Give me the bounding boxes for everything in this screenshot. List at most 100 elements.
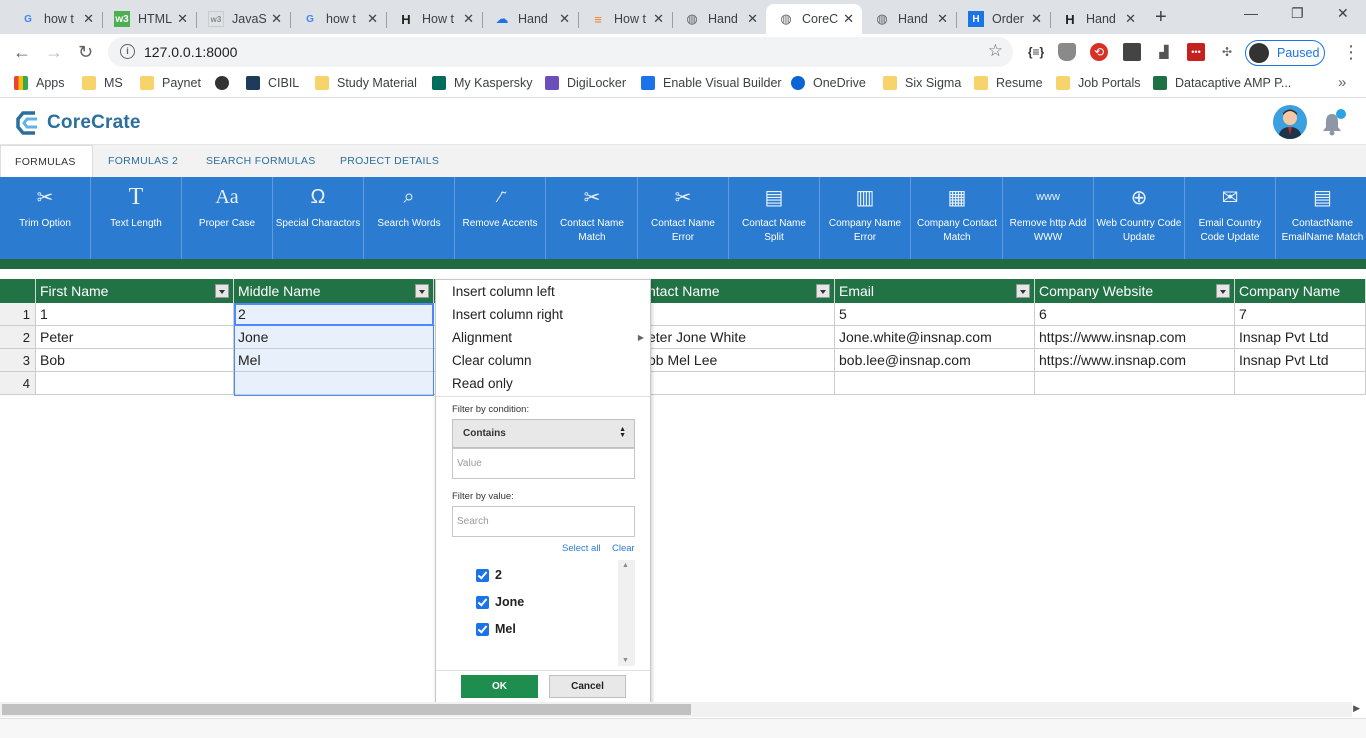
email-country-code-update-button[interactable]: ✉ Email Country Code Update xyxy=(1185,177,1276,259)
row-header[interactable]: 2 xyxy=(0,326,36,349)
sync-extension-icon[interactable]: ⟲ xyxy=(1090,43,1108,61)
bookmark-study-material[interactable]: Study Material xyxy=(315,76,417,90)
table-cell[interactable] xyxy=(1035,372,1235,395)
row-header[interactable]: 3 xyxy=(0,349,36,372)
bookmark-kaspersky[interactable]: My Kaspersky xyxy=(432,76,533,90)
table-cell[interactable] xyxy=(835,372,1035,395)
menu-item-read-only[interactable]: Read only xyxy=(436,372,650,395)
close-icon[interactable]: ✕ xyxy=(463,11,474,27)
table-cell[interactable]: Peter xyxy=(36,326,234,349)
column-menu-dropdown-icon[interactable] xyxy=(1216,284,1230,298)
column-menu-dropdown-icon[interactable] xyxy=(1016,284,1030,298)
horizontal-scrollbar[interactable]: ▶ xyxy=(0,702,1360,717)
checkbox-checked-icon[interactable] xyxy=(476,622,489,636)
profile-paused-button[interactable]: Paused xyxy=(1245,40,1325,66)
contact-name-split-button[interactable]: ▤ Contact Name Split xyxy=(729,177,820,259)
bookmarks-overflow-icon[interactable]: » xyxy=(1338,74,1346,91)
browser-tab[interactable]: G how t ✕ xyxy=(290,4,386,34)
table-cell[interactable]: https://www.insnap.com xyxy=(1035,326,1235,349)
tab-search-formulas[interactable]: SEARCH FORMULAS xyxy=(192,145,330,177)
bookmark-digilocker[interactable]: DigiLocker xyxy=(545,76,626,90)
bookmark-datacaptive[interactable]: Datacaptive AMP P... xyxy=(1153,76,1291,90)
bookmark-cibil[interactable]: CIBIL xyxy=(246,76,299,90)
bookmark-globe[interactable] xyxy=(215,76,237,90)
table-cell[interactable]: Insnap Pvt Ltd xyxy=(1235,349,1366,372)
browser-tab[interactable]: H How t ✕ xyxy=(386,4,482,34)
checkbox-checked-icon[interactable] xyxy=(476,595,489,609)
scroll-down-icon[interactable]: ▼ xyxy=(622,657,629,664)
table-cell[interactable]: Bob xyxy=(36,349,234,372)
window-close-icon[interactable]: ✕ xyxy=(1337,5,1349,22)
bookmark-apps[interactable]: Apps xyxy=(14,76,65,90)
browser-tab[interactable]: ◍ Hand ✕ xyxy=(862,4,956,34)
remove-accents-button[interactable]: ⁄̃ Remove Accents xyxy=(455,177,546,259)
bookmark-ms[interactable]: MS xyxy=(82,76,123,90)
bookmark-onedrive[interactable]: OneDrive xyxy=(791,76,866,90)
condition-value-input[interactable]: Value xyxy=(452,448,635,479)
puzzle-extensions-icon[interactable]: ✣ xyxy=(1218,43,1236,61)
value-checkbox-item[interactable]: Mel xyxy=(476,620,516,638)
browser-tab[interactable]: ◍ Hand ✕ xyxy=(672,4,766,34)
browser-tab[interactable]: H Order ✕ xyxy=(956,4,1050,34)
tab-formulas-2[interactable]: FORMULAS 2 xyxy=(94,145,192,177)
forward-arrow-icon[interactable]: → xyxy=(45,42,63,63)
dots-extension-icon[interactable]: ••• xyxy=(1187,43,1205,61)
browser-tab[interactable]: G how t ✕ xyxy=(8,4,102,34)
browser-tab-active[interactable]: ◍ CoreC ✕ xyxy=(766,4,862,34)
table-cell[interactable] xyxy=(1235,372,1366,395)
close-icon[interactable]: ✕ xyxy=(367,11,378,27)
bookmark-paynet[interactable]: Paynet xyxy=(140,76,201,90)
table-cell[interactable]: bob.lee@insnap.com xyxy=(835,349,1035,372)
select-all-link[interactable]: Select all xyxy=(562,543,601,554)
company-name-error-button[interactable]: ▥ Company Name Error xyxy=(820,177,911,259)
table-cell[interactable] xyxy=(36,372,234,395)
chart-extension-icon[interactable]: ▟ xyxy=(1155,43,1173,61)
value-checkbox-item[interactable]: 2 xyxy=(476,566,502,584)
bookmark-six-sigma[interactable]: Six Sigma xyxy=(883,76,961,90)
user-avatar[interactable] xyxy=(1273,105,1307,139)
close-icon[interactable]: ✕ xyxy=(1031,11,1042,27)
scroll-up-icon[interactable]: ▲ xyxy=(622,562,629,569)
browser-tab[interactable]: w3 JavaS ✕ xyxy=(196,4,290,34)
table-cell[interactable]: https://www.insnap.com xyxy=(1035,349,1235,372)
address-bar[interactable]: i 127.0.0.1:8000 ☆ xyxy=(108,37,1013,67)
bookmark-resume[interactable]: Resume xyxy=(974,76,1043,90)
scrollbar-thumb[interactable] xyxy=(2,704,691,715)
menu-item-alignment[interactable]: Alignment ▶ xyxy=(436,326,650,349)
table-cell[interactable]: 5 xyxy=(835,303,1035,326)
condition-select[interactable]: Contains ▲ ▼ xyxy=(452,419,635,448)
table-cell[interactable]: 1 xyxy=(36,303,234,326)
menu-item-clear-column[interactable]: Clear column xyxy=(436,349,650,372)
menu-item-insert-column-right[interactable]: Insert column right xyxy=(436,303,650,326)
bookmark-star-icon[interactable]: ☆ xyxy=(988,41,1003,61)
table-cell[interactable]: Mel xyxy=(234,349,434,372)
tab-project-details[interactable]: PROJECT DETAILS xyxy=(326,145,453,177)
column-header-middle-name[interactable]: Middle Name xyxy=(234,279,434,303)
close-icon[interactable]: ✕ xyxy=(1125,11,1136,27)
column-header-first-name[interactable]: First Name xyxy=(36,279,234,303)
close-icon[interactable]: ✕ xyxy=(937,11,948,27)
browser-tab[interactable]: w3 HTML ✕ xyxy=(102,4,196,34)
tab-formulas-1[interactable]: FORMULAS 1 xyxy=(0,145,93,200)
web-country-code-update-button[interactable]: ⊕ Web Country Code Update xyxy=(1094,177,1185,259)
table-cell[interactable]: Insnap Pvt Ltd xyxy=(1235,326,1366,349)
close-icon[interactable]: ✕ xyxy=(177,11,188,27)
trim-option-button[interactable]: ✂ Trim Option xyxy=(0,177,91,259)
special-charactors-button[interactable]: Ω Special Charactors xyxy=(273,177,364,259)
table-cell[interactable]: Jone xyxy=(234,326,434,349)
column-header-email[interactable]: Email xyxy=(835,279,1035,303)
column-header-company-name[interactable]: Company Name xyxy=(1235,279,1366,303)
ok-button[interactable]: OK xyxy=(461,675,538,698)
value-checkbox-item[interactable]: Jone xyxy=(476,593,524,611)
minimize-icon[interactable]: — xyxy=(1244,5,1258,21)
close-icon[interactable]: ✕ xyxy=(843,11,854,27)
contact-name-match-button[interactable]: ✂ Contact Name Match xyxy=(547,177,638,259)
bookmark-visual-builder[interactable]: Enable Visual Builder xyxy=(641,76,782,90)
column-menu-dropdown-icon[interactable] xyxy=(415,284,429,298)
row-header[interactable]: 4 xyxy=(0,372,36,395)
table-cell[interactable]: 7 xyxy=(1235,303,1366,326)
table-cell[interactable]: Jone.white@insnap.com xyxy=(835,326,1035,349)
back-arrow-icon[interactable]: ← xyxy=(13,42,31,63)
restore-icon[interactable]: ❐ xyxy=(1291,5,1304,22)
column-menu-dropdown-icon[interactable] xyxy=(816,284,830,298)
